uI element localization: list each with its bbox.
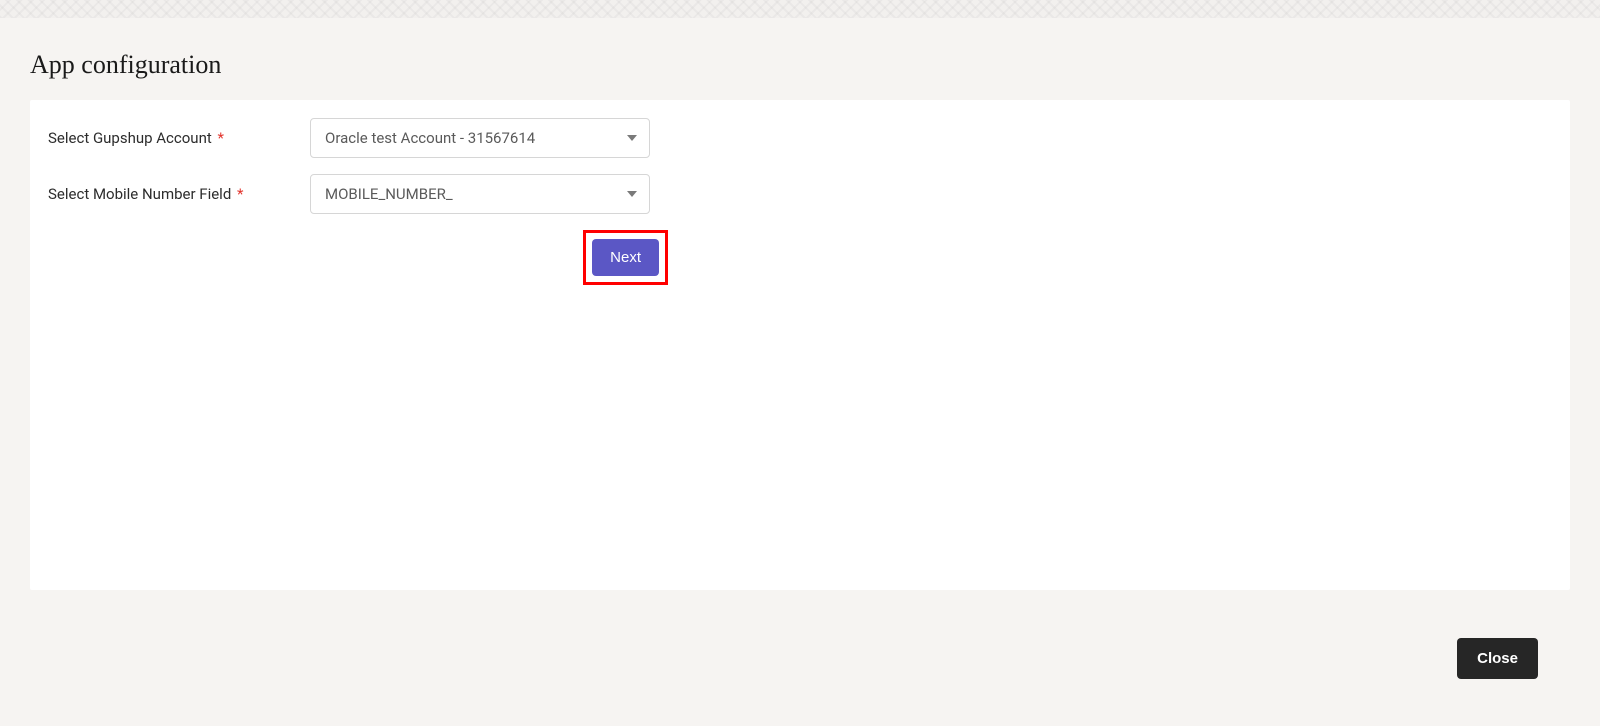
account-row: Select Gupshup Account * Oracle test Acc… <box>48 118 1552 158</box>
mobile-field-select-value: MOBILE_NUMBER_ <box>325 185 453 203</box>
next-button[interactable]: Next <box>592 239 659 276</box>
required-asterisk-icon: * <box>218 129 224 147</box>
account-select-wrapper: Oracle test Account - 31567614 <box>310 118 650 158</box>
account-label-text: Select Gupshup Account <box>48 129 212 147</box>
required-asterisk-icon: * <box>237 185 243 203</box>
mobile-field-label: Select Mobile Number Field * <box>48 185 310 203</box>
caret-down-icon <box>627 191 637 197</box>
mobile-field-select[interactable]: MOBILE_NUMBER_ <box>310 174 650 214</box>
account-select[interactable]: Oracle test Account - 31567614 <box>310 118 650 158</box>
account-select-value: Oracle test Account - 31567614 <box>325 129 535 147</box>
page-title: App configuration <box>30 50 1570 80</box>
close-button[interactable]: Close <box>1457 638 1538 679</box>
page-container: App configuration Select Gupshup Account… <box>0 50 1600 590</box>
top-pattern-banner <box>0 0 1600 18</box>
config-panel: Select Gupshup Account * Oracle test Acc… <box>30 100 1570 590</box>
mobile-field-select-wrapper: MOBILE_NUMBER_ <box>310 174 650 214</box>
next-button-highlight: Next <box>583 230 668 285</box>
mobile-field-row: Select Mobile Number Field * MOBILE_NUMB… <box>48 174 1552 214</box>
caret-down-icon <box>627 135 637 141</box>
mobile-field-label-text: Select Mobile Number Field <box>48 185 231 203</box>
button-row: Next <box>48 230 668 285</box>
account-label: Select Gupshup Account * <box>48 129 310 147</box>
